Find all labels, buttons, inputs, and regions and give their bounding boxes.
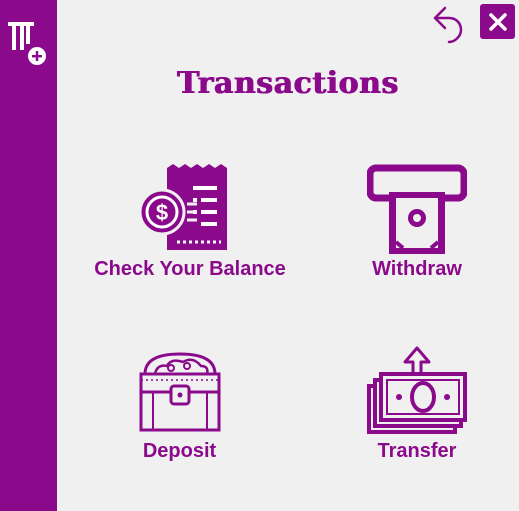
deposit-button[interactable]: Deposit xyxy=(112,346,247,463)
deposit-label: Deposit xyxy=(142,440,217,462)
undo-icon[interactable] xyxy=(425,4,465,44)
page-title: Transactions xyxy=(177,66,399,101)
treasure-chest-icon xyxy=(139,352,220,432)
money-transfer-icon xyxy=(367,346,467,434)
check-balance-button[interactable]: $ Check Your Balance xyxy=(62,164,318,281)
withdraw-label: Withdraw xyxy=(372,258,462,280)
transfer-button[interactable]: Transfer xyxy=(350,346,484,463)
sidebar xyxy=(0,0,57,511)
transfer-label: Transfer xyxy=(377,440,457,462)
svg-text:$: $ xyxy=(156,200,168,225)
close-icon xyxy=(488,12,507,31)
atm-cash-icon xyxy=(367,164,467,254)
atm-card-add-icon xyxy=(8,22,46,65)
receipt-dollar-icon: $ xyxy=(138,164,227,250)
check-balance-label: Check Your Balance xyxy=(94,258,286,280)
withdraw-button[interactable]: Withdraw xyxy=(350,164,484,281)
close-button[interactable] xyxy=(480,4,515,39)
